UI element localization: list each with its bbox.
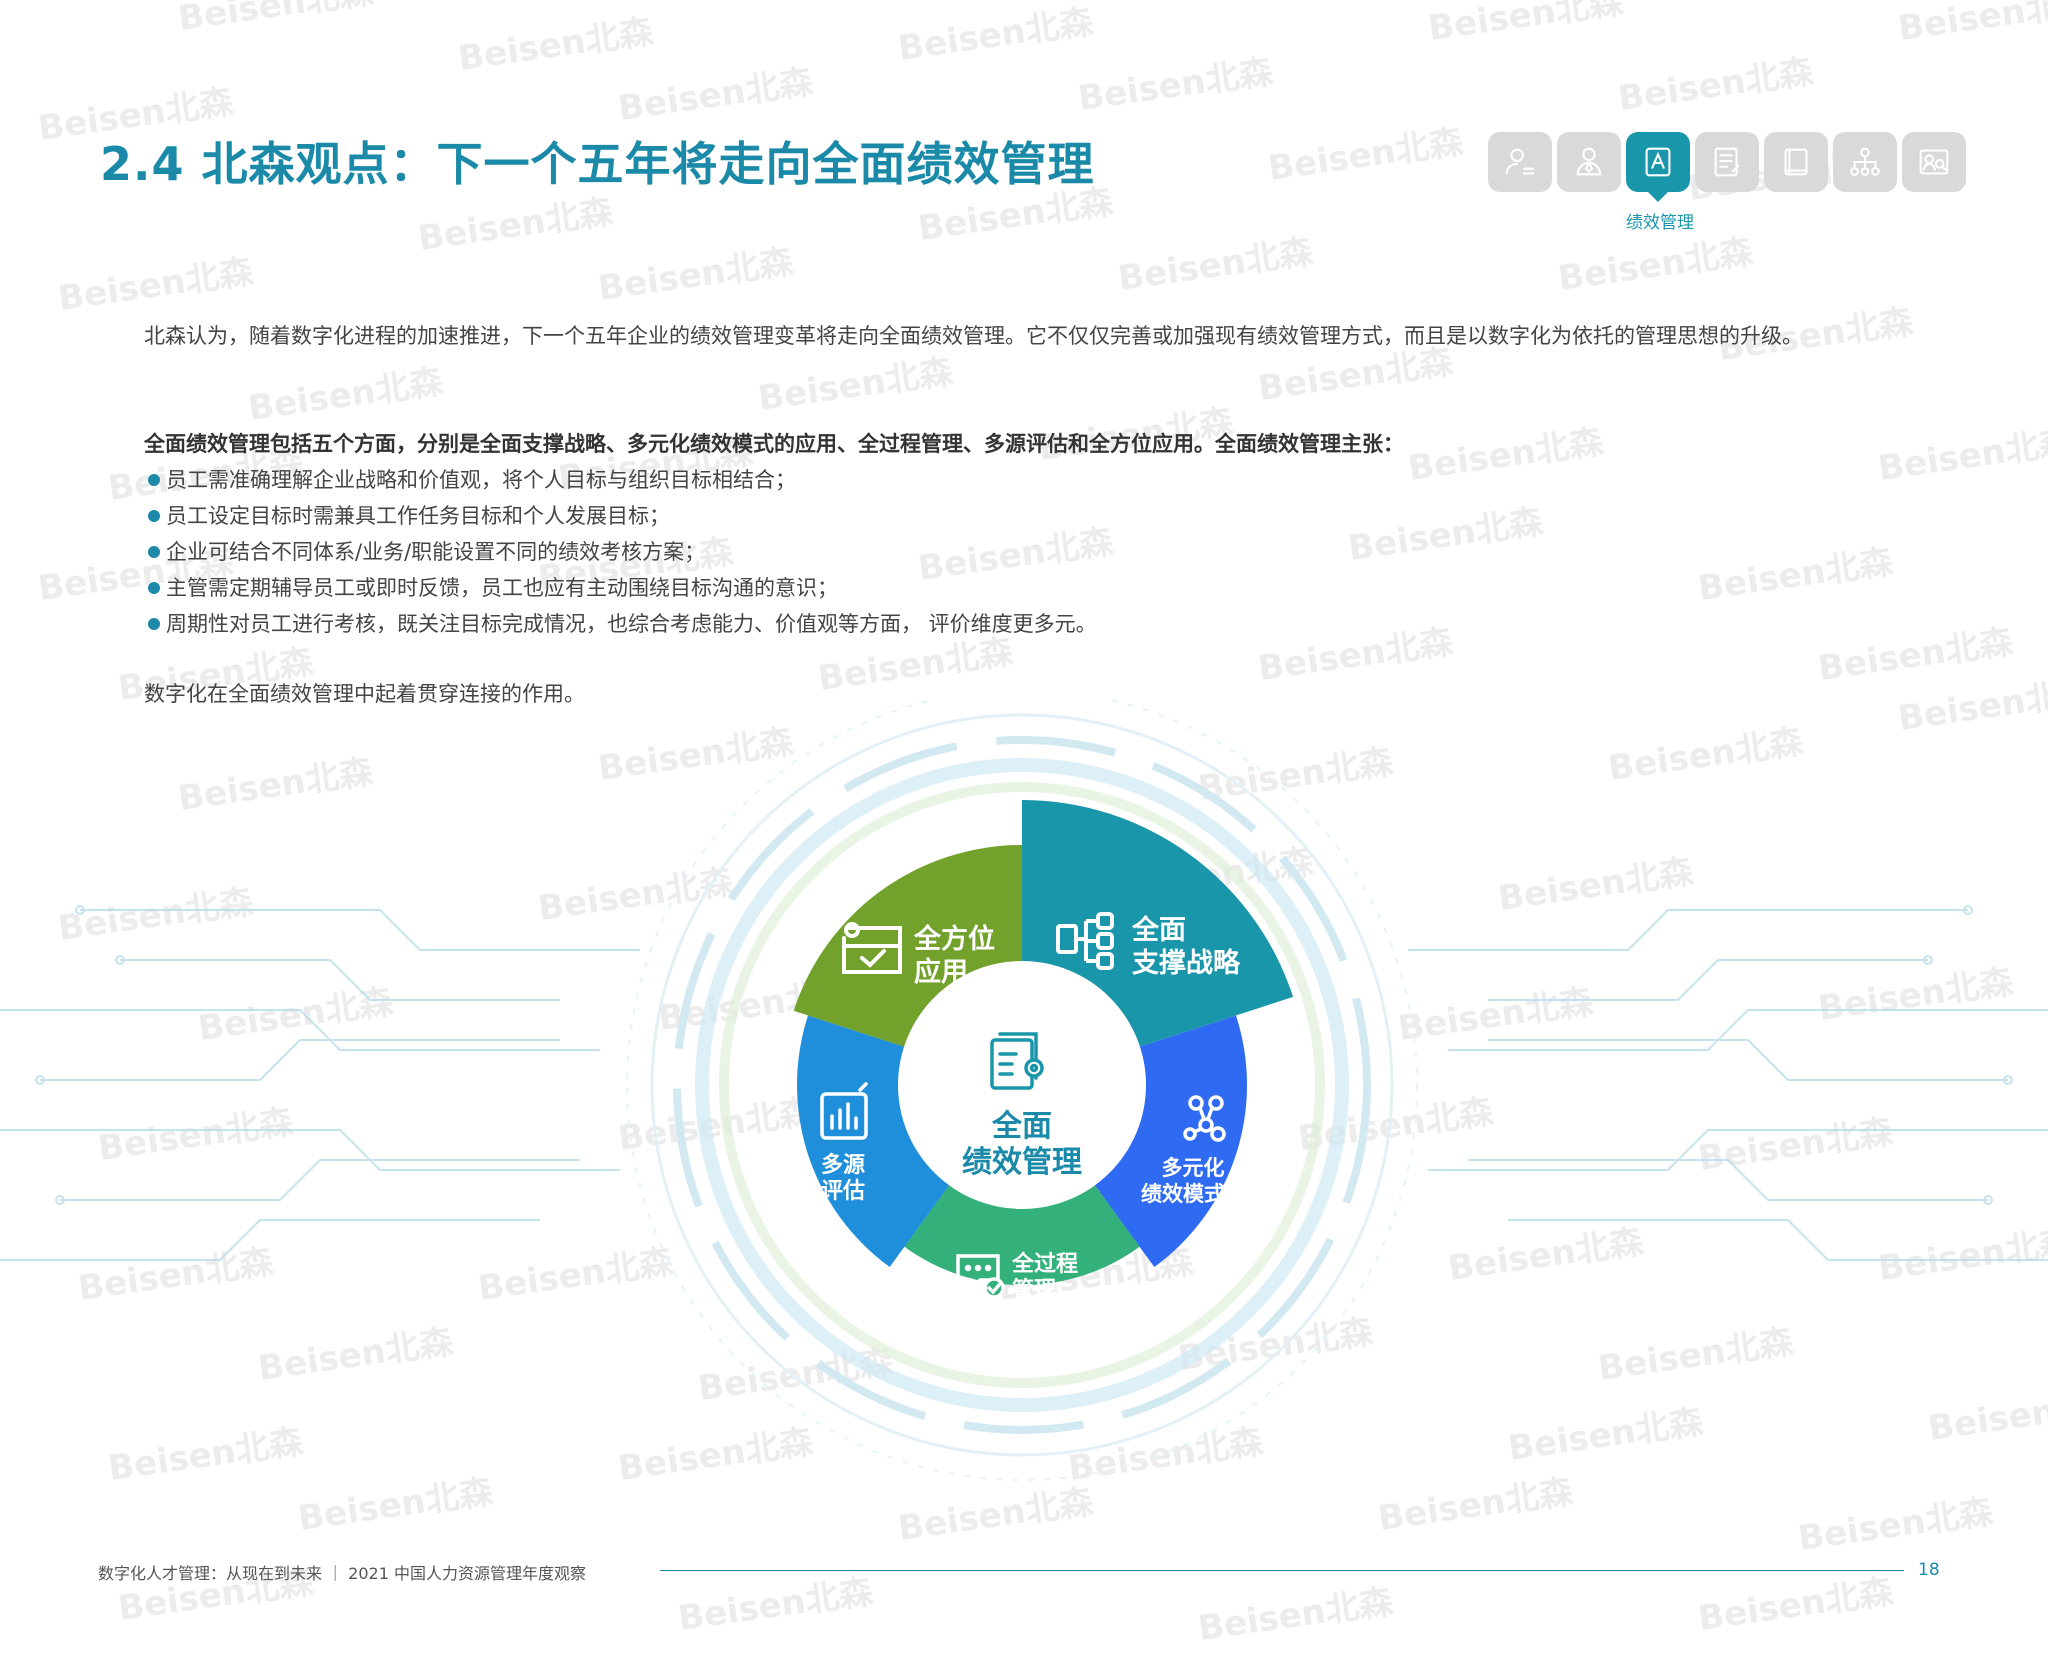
- principles-list: 员工需准确理解企业战略和价值观，将个人目标与组织目标相结合； 员工设定目标时需兼…: [148, 462, 1097, 642]
- bullet-dot: [148, 510, 160, 522]
- center-title-line1: 全面: [991, 1109, 1052, 1144]
- bullet-dot: [148, 618, 160, 630]
- footer-rule: [660, 1570, 1904, 1571]
- watermark-text: Beisen北森: [246, 362, 447, 429]
- bullet-dot: [148, 546, 160, 558]
- list-item-text: 企业可结合不同体系/业务/职能设置不同的绩效考核方案；: [166, 540, 706, 564]
- list-item: 主管需定期辅导员工或即时反馈，员工也应有主动围绕目标沟通的意识；: [148, 570, 1097, 606]
- aspects-heading: 全面绩效管理包括五个方面，分别是全面支撑战略、多元化绩效模式的应用、全过程管理、…: [144, 432, 1404, 456]
- page-title: 2.4 北森观点：下一个五年将走向全面绩效管理: [100, 137, 1095, 191]
- center-title-line2: 绩效管理: [962, 1145, 1082, 1180]
- watermark-text: Beisen北森: [176, 0, 377, 39]
- document-edit-icon: [1714, 147, 1740, 177]
- list-item: 员工需准确理解企业战略和价值观，将个人目标与组织目标相结合；: [148, 462, 1097, 498]
- segment-evaluation-line1: 多源: [821, 1152, 865, 1178]
- watermark-text: Beisen北森: [1816, 622, 2017, 689]
- book-icon: [1784, 148, 1808, 176]
- watermark-text: Beisen北森: [1196, 1582, 1397, 1649]
- footer-report-title: 数字化人才管理：从现在到未来 ｜ 2021 中国人力资源管理年度观察: [98, 1564, 586, 1583]
- watermark-text: Beisen北森: [756, 352, 957, 419]
- watermark-text: Beisen北森: [1696, 542, 1897, 609]
- watermark-text: Beisen北森: [416, 192, 617, 259]
- watermark-text: Beisen北森: [1406, 422, 1607, 489]
- watermark-text: Beisen北森: [1556, 232, 1757, 299]
- nav-tab-performance[interactable]: [1626, 132, 1690, 202]
- intro-paragraph: 北森认为，随着数字化进程的加速推进，下一个五年企业的绩效管理变革将走向全面绩效管…: [144, 324, 1803, 348]
- person-list-icon: [1505, 148, 1535, 175]
- watermark-text: Beisen北森: [1876, 422, 2048, 489]
- nav-tab-book[interactable]: [1764, 132, 1828, 192]
- nav-tab-document-edit[interactable]: [1695, 132, 1759, 192]
- segment-model-line2: 绩效模式: [1141, 1182, 1225, 1206]
- org-chart-icon: [1850, 147, 1880, 176]
- person-icon: [1576, 147, 1602, 176]
- segment-application-line2: 应用: [914, 956, 968, 988]
- watermark-text: Beisen北森: [1116, 232, 1317, 299]
- list-item-text: 员工需准确理解企业战略和价值观，将个人目标与组织目标相结合；: [166, 468, 796, 492]
- segment-evaluation-line2: 评估: [821, 1179, 865, 1204]
- performance-icon: [1645, 147, 1671, 177]
- profile-search-icon: [1919, 149, 1949, 175]
- nav-tab-profile-search[interactable]: [1902, 132, 1966, 192]
- page-number: 18: [1918, 1560, 1940, 1580]
- nav-tab-person[interactable]: [1557, 132, 1621, 192]
- list-item-text: 员工设定目标时需兼具工作任务目标和个人发展目标；: [166, 504, 670, 528]
- nav-tab-org-chart[interactable]: [1833, 132, 1897, 192]
- list-item-text: 主管需定期辅导员工或即时反馈，员工也应有主动围绕目标沟通的意识；: [166, 576, 838, 600]
- watermark-text: Beisen北森: [1346, 502, 1547, 569]
- nav-active-label: 绩效管理: [1626, 213, 1694, 233]
- segment-process-line2: 管理: [1012, 1277, 1056, 1303]
- watermark-text: Beisen北森: [1426, 0, 1627, 49]
- watermark-text: Beisen北森: [896, 2, 1097, 69]
- watermark-text: Beisen北森: [456, 12, 657, 79]
- list-item: 员工设定目标时需兼具工作任务目标和个人发展目标；: [148, 498, 1097, 534]
- section-nav: [1488, 132, 1966, 202]
- nav-tab-person-list[interactable]: [1488, 132, 1552, 192]
- watermark-text: Beisen北森: [1256, 622, 1457, 689]
- watermark-text: Beisen北森: [616, 62, 817, 129]
- segment-strategy-line1: 全面: [1131, 914, 1186, 946]
- watermark-text: Beisen北森: [1616, 52, 1817, 119]
- watermark-text: Beisen北森: [1696, 1572, 1897, 1639]
- list-item: 周期性对员工进行考核，既关注目标完成情况，也综合考虑能力、价值观等方面， 评价维…: [148, 606, 1097, 642]
- segment-application-line1: 全方位: [913, 923, 995, 955]
- list-item-text: 周期性对员工进行考核，既关注目标完成情况，也综合考虑能力、价值观等方面， 评价维…: [166, 612, 1097, 636]
- segment-process-line1: 全过程: [1011, 1251, 1078, 1277]
- segment-strategy-line2: 支撑战略: [1132, 947, 1241, 979]
- circuit-lines-left: [0, 905, 640, 1261]
- watermark-text: Beisen北森: [1896, 0, 2048, 49]
- watermark-text: Beisen北森: [1076, 52, 1277, 119]
- bullet-dot: [148, 474, 160, 486]
- performance-wheel-diagram: 全面 绩效管理 全面 支撑战略 多元化 绩效模式 全过程 管理 多源 评估 全方…: [0, 700, 2048, 1481]
- list-item: 企业可结合不同体系/业务/职能设置不同的绩效考核方案；: [148, 534, 1097, 570]
- circuit-lines-right: [1408, 905, 2048, 1261]
- segment-model-line1: 多元化: [1162, 1156, 1225, 1180]
- watermark-text: Beisen北森: [596, 242, 797, 309]
- watermark-text: Beisen北森: [676, 1572, 877, 1639]
- watermark-text: Beisen北森: [1266, 122, 1467, 189]
- watermark-text: Beisen北森: [56, 252, 257, 319]
- bullet-dot: [148, 582, 160, 594]
